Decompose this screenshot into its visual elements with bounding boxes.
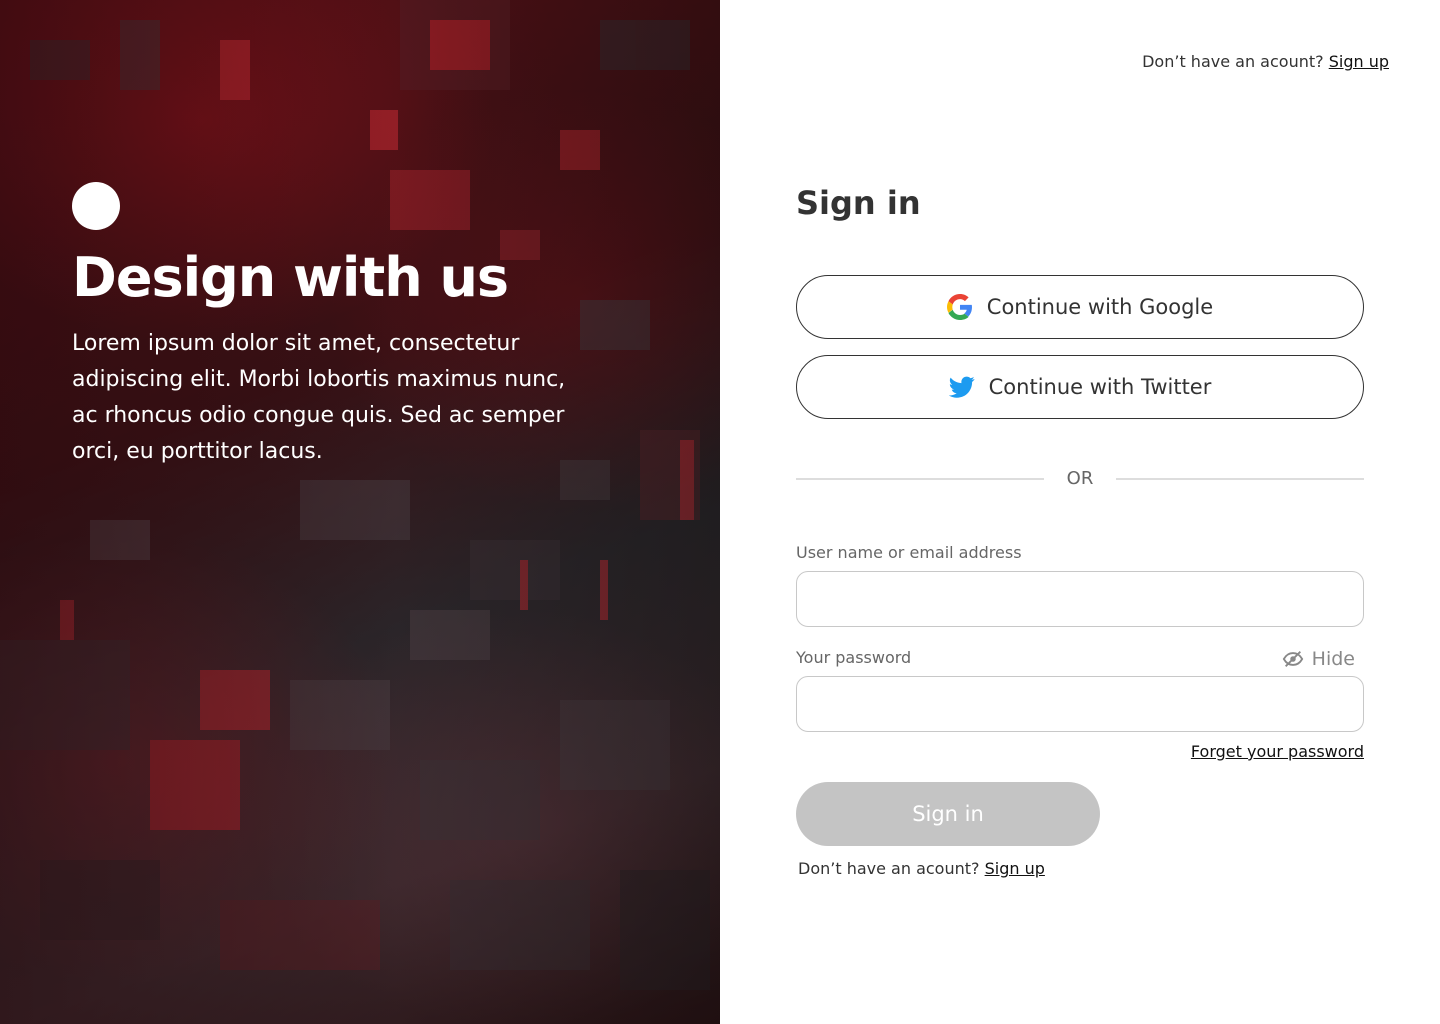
google-button-label: Continue with Google (986, 295, 1214, 319)
hero-title: Design with us (72, 246, 509, 309)
username-label: User name or email address (796, 543, 1022, 562)
password-label: Your password (796, 648, 912, 667)
footer-signup-link[interactable]: Sign up (985, 859, 1045, 878)
hide-password-label: Hide (1311, 648, 1355, 670)
or-divider: OR (796, 466, 1364, 492)
brand-logo (72, 182, 120, 230)
header-signup-prompt: Don’t have an acount? Sign up (1142, 50, 1389, 74)
twitter-button-label: Continue with Twitter (988, 375, 1212, 399)
hero-panel: Design with us Lorem ipsum dolor sit ame… (0, 0, 720, 1024)
username-email-input[interactable] (796, 571, 1364, 627)
page-title: Sign in (796, 184, 921, 222)
sign-in-button[interactable]: Sign in (796, 782, 1100, 846)
password-input[interactable] (796, 676, 1364, 732)
continue-with-twitter-button[interactable]: Continue with Twitter (796, 355, 1364, 419)
hide-password-toggle[interactable]: Hide (1282, 646, 1355, 672)
continue-with-google-button[interactable]: Continue with Google (796, 275, 1364, 339)
header-signup-text: Don’t have an acount? (1142, 52, 1324, 71)
hero-overlay (0, 0, 720, 1024)
twitter-icon (948, 376, 975, 398)
header-signup-link[interactable]: Sign up (1329, 52, 1389, 71)
forgot-password-link[interactable]: Forget your password (1191, 741, 1364, 763)
footer-signup-text: Don’t have an acount? (798, 859, 980, 878)
divider-line-right (1116, 478, 1364, 480)
google-icon (946, 294, 972, 320)
hero-description: Lorem ipsum dolor sit amet, consectetur … (72, 331, 566, 464)
footer-signup-prompt: Don’t have an acount? Sign up (798, 857, 1045, 881)
eye-slash-icon (1282, 651, 1303, 667)
